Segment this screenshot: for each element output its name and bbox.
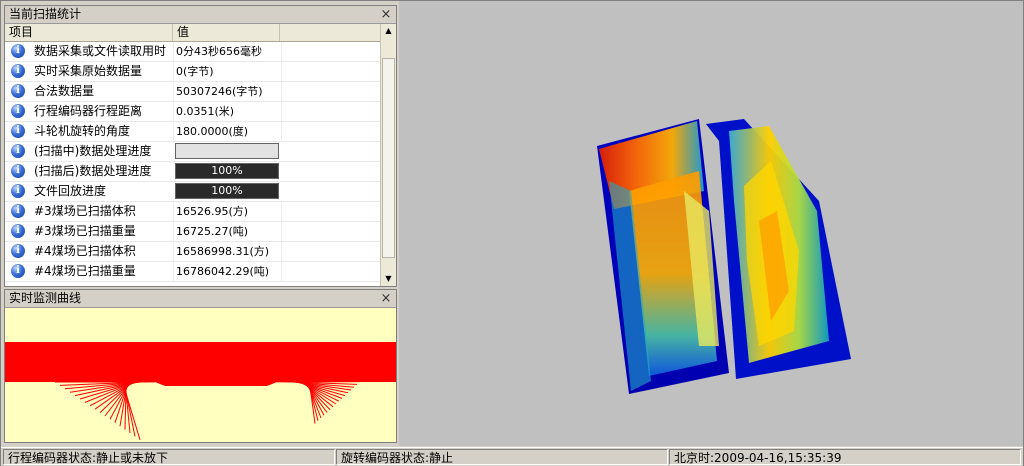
playback-progress-bar: 100% <box>175 183 279 199</box>
info-icon: i <box>11 104 25 118</box>
row-value: 50307246(字节) <box>176 85 263 98</box>
row-label: (扫描后)数据处理进度 <box>34 164 152 178</box>
curve-panel-titlebar: 实时监测曲线 × <box>5 290 396 308</box>
row-label: #4煤场已扫描重量 <box>34 264 136 278</box>
realtime-curve-panel: 实时监测曲线 × <box>4 289 397 443</box>
info-icon: i <box>11 64 25 78</box>
row-value: 16526.95(方) <box>176 205 249 218</box>
row-value: 0分43秒656毫秒 <box>176 45 262 58</box>
rotation-encoder-status: 旋转编码器状态:静止 <box>336 449 668 465</box>
stats-vertical-scrollbar[interactable]: ▲ ▼ <box>380 24 396 286</box>
info-icon: i <box>11 224 25 238</box>
table-row[interactable]: i 文件回放进度 100% <box>5 182 380 202</box>
table-row[interactable]: i 斗轮机旋转的角度 180.0000(度) <box>5 122 380 142</box>
table-row[interactable]: i (扫描后)数据处理进度 100% <box>5 162 380 182</box>
table-row[interactable]: i #3煤场已扫描重量 16725.27(吨) <box>5 222 380 242</box>
app-window: 当前扫描统计 × 项目 值 i 数据采集或文件读取用时 0分43秒656毫秒 i… <box>0 0 1024 466</box>
beijing-clock: 北京时:2009-04-16,15:35:39 <box>669 449 1021 465</box>
row-label: 行程编码器行程距离 <box>34 104 143 118</box>
curve-panel-title: 实时监测曲线 <box>9 291 82 305</box>
scan-statistics-panel: 当前扫描统计 × 项目 值 i 数据采集或文件读取用时 0分43秒656毫秒 i… <box>4 5 397 287</box>
row-value: 0.0351(米) <box>176 105 235 118</box>
row-value: 0(字节) <box>176 65 214 78</box>
table-row[interactable]: i (扫描中)数据处理进度 <box>5 142 380 162</box>
column-header-item[interactable]: 项目 <box>5 24 173 41</box>
status-bar: 行程编码器状态:静止或未放下 旋转编码器状态:静止 北京时:2009-04-16… <box>1 447 1023 466</box>
stats-table-header: 项目 值 <box>5 24 380 42</box>
row-label: 斗轮机旋转的角度 <box>34 124 131 138</box>
stats-panel-close-button[interactable]: × <box>380 6 392 23</box>
table-row[interactable]: i 合法数据量 50307246(字节) <box>5 82 380 102</box>
row-label: 数据采集或文件读取用时 <box>34 44 167 58</box>
row-value: 16586998.31(方) <box>176 245 270 258</box>
row-label: #4煤场已扫描体积 <box>34 244 136 258</box>
scanning-progress-bar <box>175 143 279 159</box>
info-icon: i <box>11 184 25 198</box>
stats-panel-titlebar: 当前扫描统计 × <box>5 6 396 24</box>
stats-table-body: i 数据采集或文件读取用时 0分43秒656毫秒 i 实时采集原始数据量 0(字… <box>5 42 380 282</box>
column-header-value[interactable]: 值 <box>173 24 280 41</box>
after-scan-progress-bar: 100% <box>175 163 279 179</box>
row-value: 16786042.29(吨) <box>176 265 270 278</box>
3d-scan-view[interactable] <box>399 1 1023 446</box>
table-row[interactable]: i #4煤场已扫描体积 16586998.31(方) <box>5 242 380 262</box>
realtime-curve-plot <box>5 342 396 440</box>
coal-pile-3d-model <box>597 119 851 394</box>
table-row[interactable]: i #4煤场已扫描重量 16786042.29(吨) <box>5 262 380 282</box>
table-row[interactable]: i 实时采集原始数据量 0(字节) <box>5 62 380 82</box>
scroll-down-arrow-icon[interactable]: ▼ <box>381 272 396 286</box>
curve-floor <box>155 382 277 386</box>
info-icon: i <box>11 124 25 138</box>
info-icon: i <box>11 204 25 218</box>
scroll-up-arrow-icon[interactable]: ▲ <box>381 24 396 38</box>
stats-panel-title: 当前扫描统计 <box>9 7 82 21</box>
row-label: (扫描中)数据处理进度 <box>34 144 152 158</box>
table-row[interactable]: i #3煤场已扫描体积 16526.95(方) <box>5 202 380 222</box>
curve-panel-close-button[interactable]: × <box>380 290 392 307</box>
travel-encoder-status: 行程编码器状态:静止或未放下 <box>3 449 335 465</box>
row-label: #3煤场已扫描体积 <box>34 204 136 218</box>
row-label: 合法数据量 <box>34 84 95 98</box>
info-icon: i <box>11 84 25 98</box>
row-value: 16725.27(吨) <box>176 225 249 238</box>
scrollbar-thumb[interactable] <box>382 58 395 258</box>
row-label: #3煤场已扫描重量 <box>34 224 136 238</box>
table-row[interactable]: i 行程编码器行程距离 0.0351(米) <box>5 102 380 122</box>
table-row[interactable]: i 数据采集或文件读取用时 0分43秒656毫秒 <box>5 42 380 62</box>
info-icon: i <box>11 44 25 58</box>
row-label: 文件回放进度 <box>34 184 107 198</box>
row-value: 180.0000(度) <box>176 125 249 138</box>
row-label: 实时采集原始数据量 <box>34 64 143 78</box>
info-icon: i <box>11 144 25 158</box>
info-icon: i <box>11 244 25 258</box>
info-icon: i <box>11 164 25 178</box>
info-icon: i <box>11 264 25 278</box>
